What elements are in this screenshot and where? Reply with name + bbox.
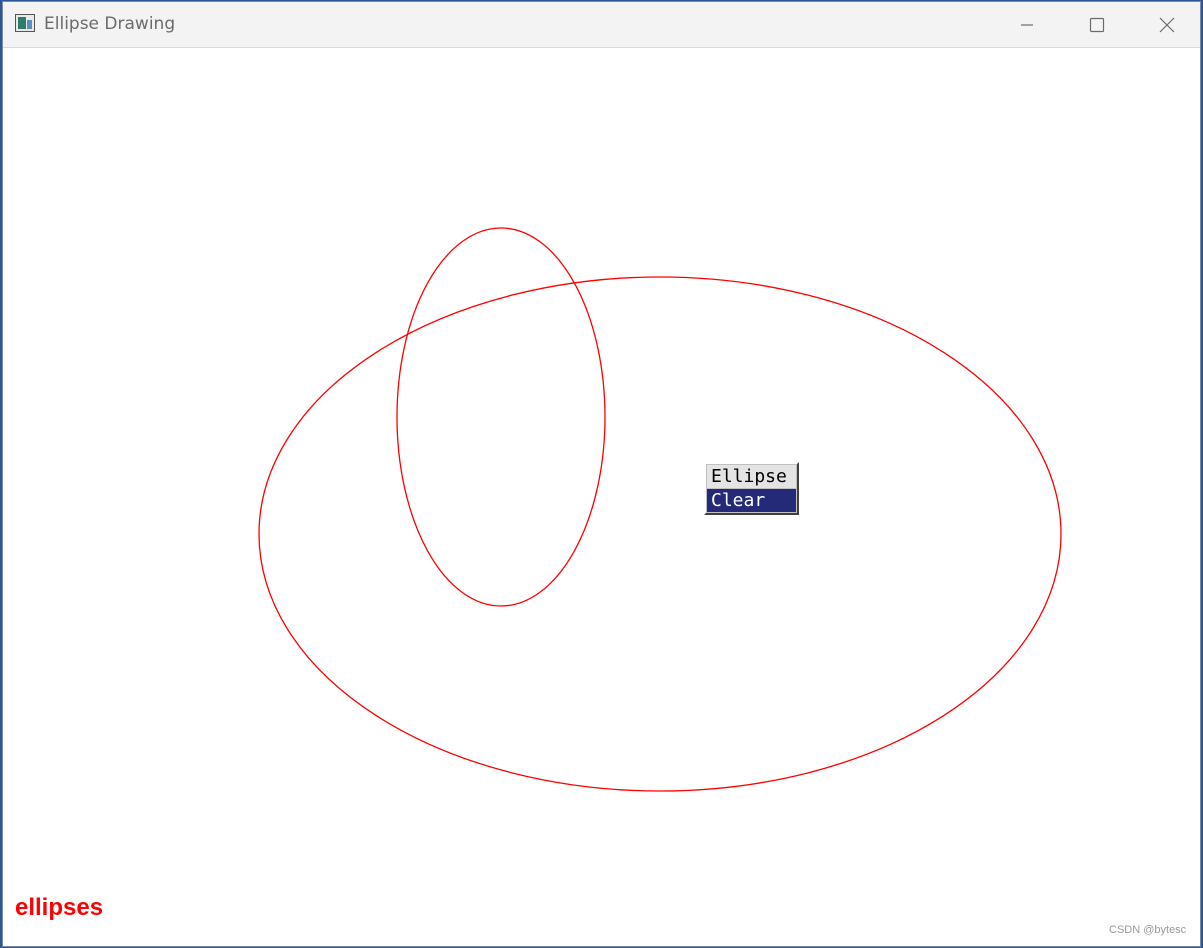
title-bar[interactable]: Ellipse Drawing bbox=[3, 2, 1200, 48]
app-icon-pane-right bbox=[27, 20, 32, 29]
drawing-canvas[interactable]: Ellipse Clear ellipses CSDN @bytesc bbox=[3, 48, 1200, 946]
maximize-icon bbox=[1089, 17, 1105, 33]
menu-item-ellipse[interactable]: Ellipse bbox=[707, 465, 796, 488]
tall-ellipse bbox=[396, 227, 606, 607]
close-button[interactable] bbox=[1132, 2, 1200, 48]
drawing-surface[interactable] bbox=[3, 48, 1200, 946]
minimize-button[interactable] bbox=[992, 2, 1062, 48]
app-window: Ellipse Drawing Ellipse Clear ellipses C… bbox=[2, 1, 1201, 947]
mode-label: ellipses bbox=[15, 894, 104, 921]
app-icon-pane-left bbox=[18, 17, 26, 29]
close-icon bbox=[1159, 17, 1175, 33]
window-title: Ellipse Drawing bbox=[44, 14, 176, 34]
maximize-button[interactable] bbox=[1062, 2, 1132, 48]
large-ellipse bbox=[258, 276, 1062, 792]
watermark: CSDN @bytesc bbox=[1109, 924, 1187, 936]
minimize-icon bbox=[1021, 24, 1033, 26]
context-menu[interactable]: Ellipse Clear bbox=[704, 462, 799, 515]
window-app-icon[interactable] bbox=[15, 14, 35, 32]
menu-item-clear[interactable]: Clear bbox=[707, 489, 796, 512]
